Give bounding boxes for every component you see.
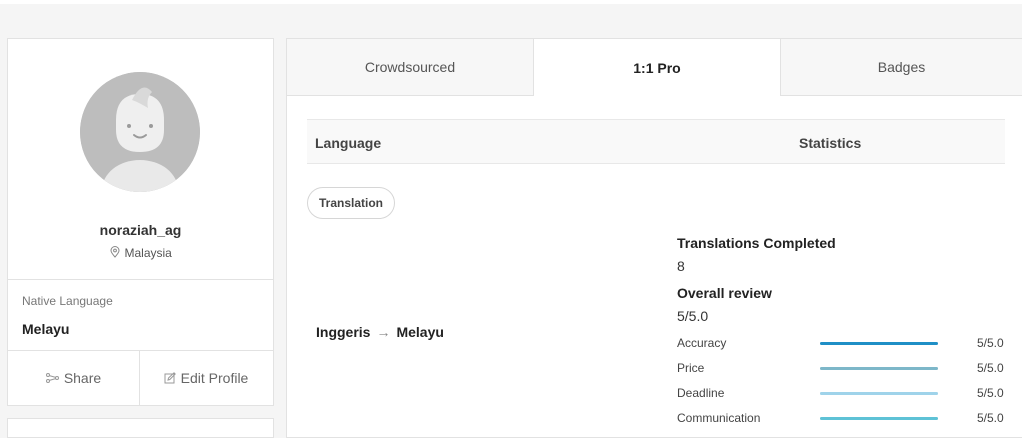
- default-avatar-icon: [80, 72, 200, 192]
- translation-category-pill[interactable]: Translation: [307, 187, 396, 219]
- rating-bar-fill: [820, 367, 938, 370]
- rating-row-deadline: Deadline 5/5.0: [677, 384, 1007, 404]
- statistics-column-header: Statistics: [799, 135, 862, 151]
- rating-row-accuracy: Accuracy 5/5.0: [677, 334, 1007, 354]
- rating-bar: [820, 417, 938, 420]
- lower-card: [7, 418, 274, 438]
- profile-actions: Share Edit Profile: [8, 351, 273, 405]
- language-pair: Inggeris → Melayu: [316, 324, 444, 340]
- stats-panel: Crowdsourced 1:1 Pro Badges Language Sta…: [286, 38, 1022, 438]
- profile-card: noraziah_ag Malaysia Native Language Mel…: [7, 38, 274, 406]
- translations-completed-value: 8: [677, 258, 685, 274]
- edit-profile-button[interactable]: Edit Profile: [139, 351, 273, 405]
- share-icon: [45, 373, 59, 383]
- tab-bar: Crowdsourced 1:1 Pro Badges: [287, 39, 1022, 96]
- top-bar: [0, 0, 1022, 4]
- arrow-right-icon: →: [376, 324, 391, 340]
- rating-label: Deadline: [677, 386, 725, 400]
- username: noraziah_ag: [99, 222, 182, 238]
- rating-row-price: Price 5/5.0: [677, 359, 1007, 379]
- avatar[interactable]: [80, 72, 200, 192]
- native-language-label: Native Language: [22, 294, 113, 308]
- table-header: Language Statistics: [307, 119, 1005, 164]
- rating-label: Price: [677, 361, 705, 375]
- native-language-section: Native Language Melayu: [8, 279, 273, 351]
- rating-label: Communication: [677, 411, 761, 425]
- tab-crowdsourced[interactable]: Crowdsourced: [287, 39, 534, 96]
- rating-bar-fill: [820, 417, 938, 420]
- rating-bar: [820, 342, 938, 345]
- location-pin-icon: [109, 246, 121, 261]
- target-language: Melayu: [396, 324, 444, 340]
- tab-1-1-pro[interactable]: 1:1 Pro: [534, 39, 780, 96]
- rating-row-communication: Communication 5/5.0: [677, 409, 1007, 429]
- share-button[interactable]: Share: [8, 351, 140, 405]
- edit-profile-label: Edit Profile: [180, 370, 249, 386]
- share-label: Share: [63, 370, 102, 386]
- rating-bar-fill: [820, 342, 938, 345]
- rating-bar: [820, 392, 938, 395]
- location-text: Malaysia: [124, 246, 172, 260]
- rating-bar-fill: [820, 392, 938, 395]
- native-language-value: Melayu: [22, 321, 70, 337]
- edit-icon: [164, 372, 176, 384]
- rating-score: 5/5.0: [977, 411, 1004, 425]
- tab-badges[interactable]: Badges: [780, 39, 1022, 96]
- rating-label: Accuracy: [677, 336, 727, 350]
- rating-score: 5/5.0: [977, 336, 1004, 350]
- language-column-header: Language: [315, 135, 382, 151]
- overall-review-value: 5/5.0: [677, 308, 709, 324]
- overall-review-label: Overall review: [677, 285, 772, 301]
- rating-score: 5/5.0: [977, 361, 1004, 375]
- source-language: Inggeris: [316, 324, 371, 340]
- rating-bar: [820, 367, 938, 370]
- translations-completed-label: Translations Completed: [677, 235, 836, 251]
- location: Malaysia: [8, 246, 273, 261]
- rating-score: 5/5.0: [977, 386, 1004, 400]
